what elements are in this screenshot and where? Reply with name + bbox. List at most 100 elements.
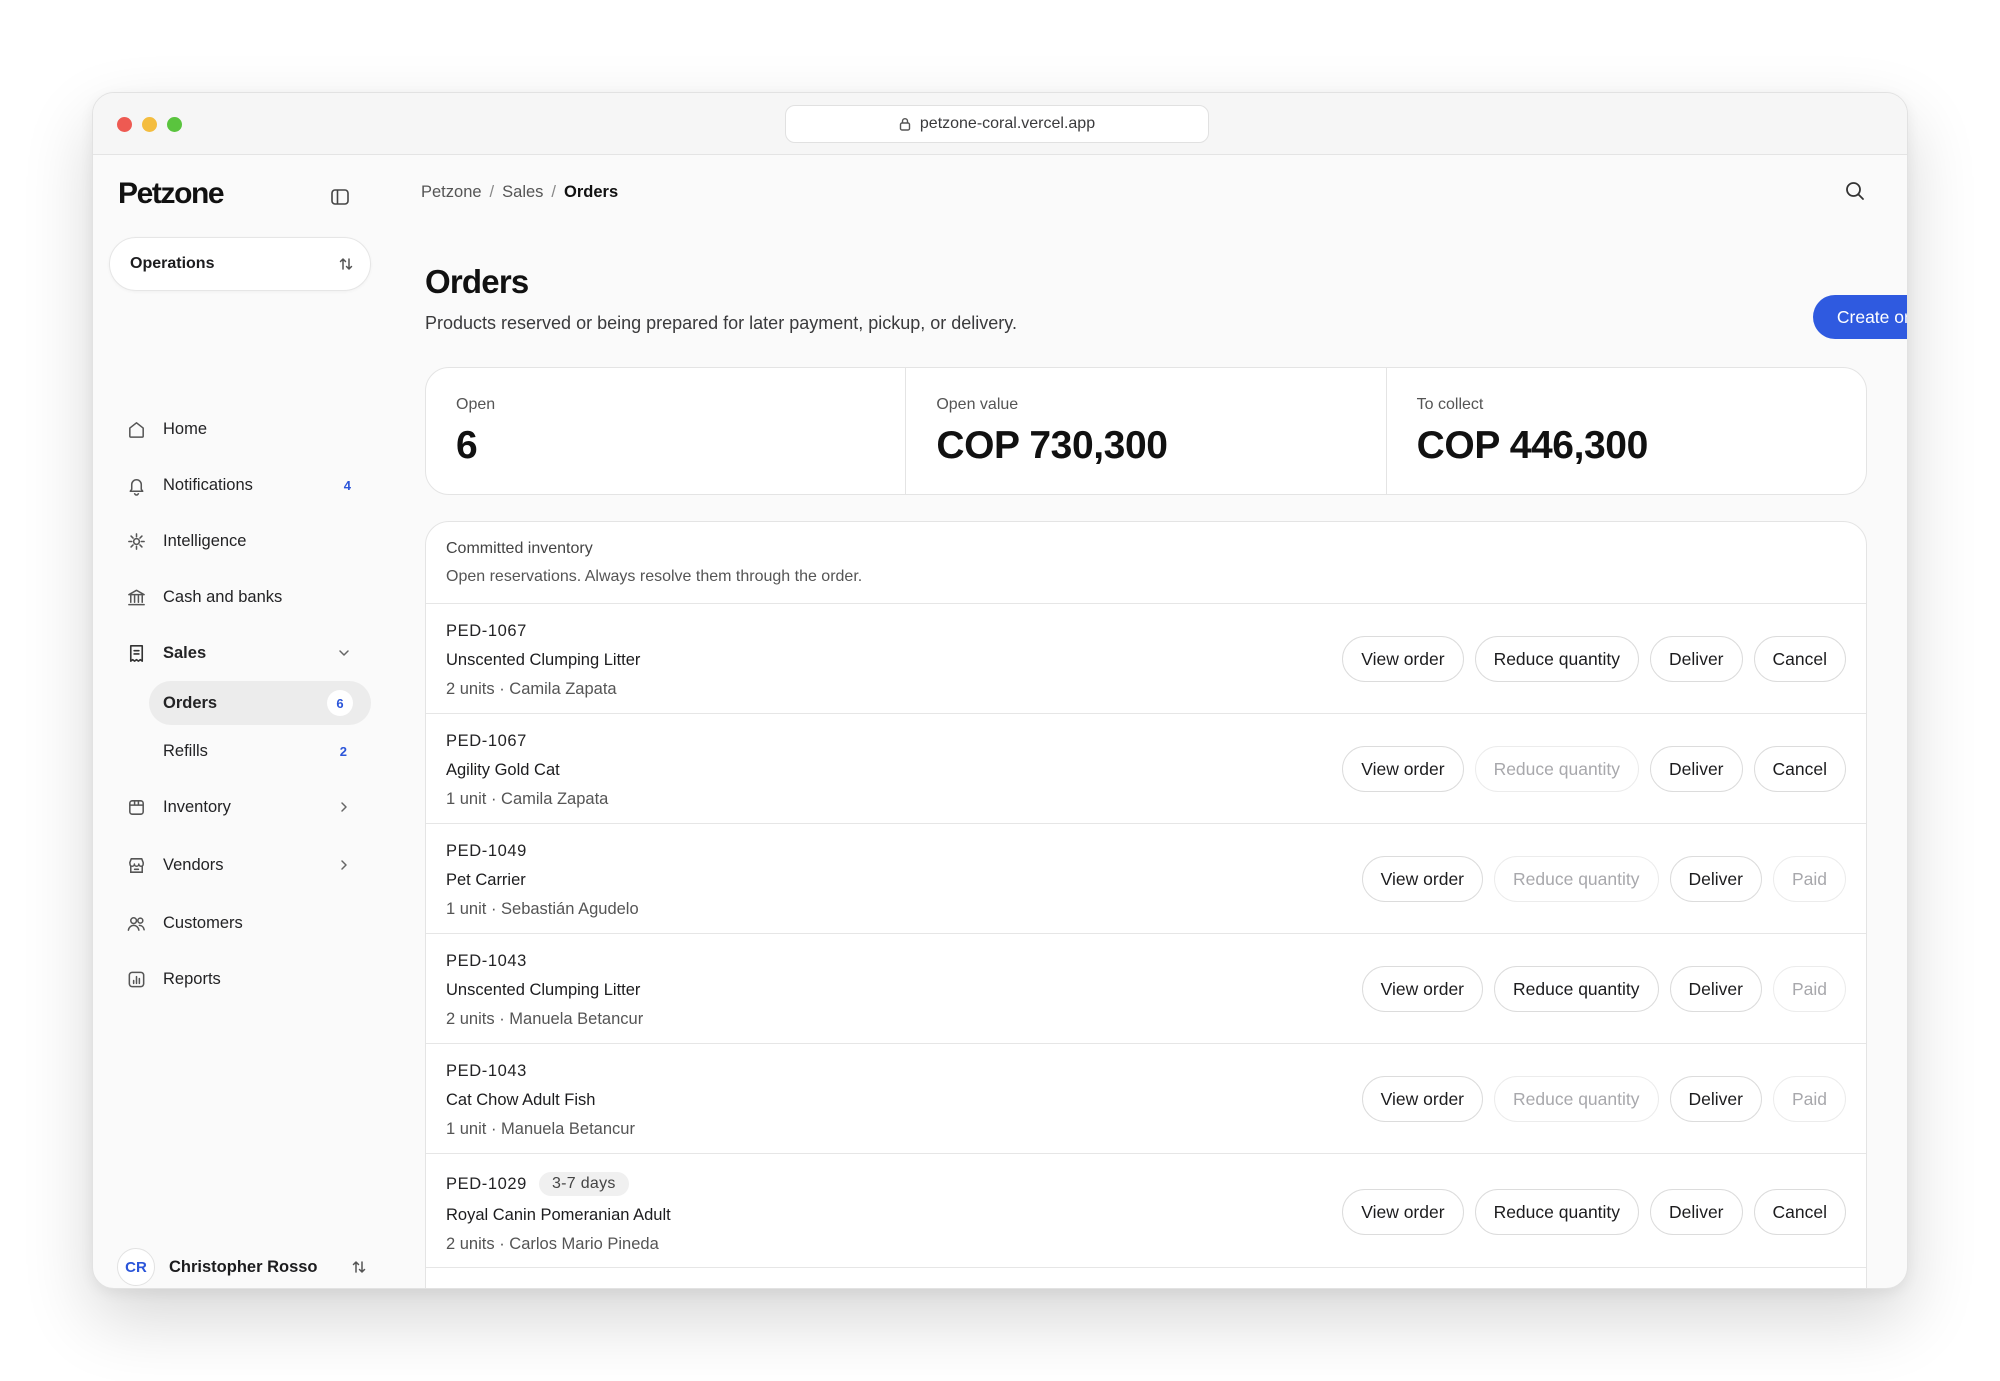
refills-count-badge: 2 <box>339 743 347 759</box>
deliver-button[interactable]: Deliver <box>1669 856 1762 902</box>
table-row: PED-1067 Unscented Clumping Litter 2 uni… <box>426 604 1866 714</box>
panel-title: Committed inventory <box>446 540 593 557</box>
cancel-button[interactable]: Cancel <box>1753 1189 1846 1235</box>
view-order-button[interactable]: View order <box>1361 1076 1484 1122</box>
sidebar-item-home[interactable]: Home <box>109 409 371 449</box>
sidebar-toggle-icon[interactable] <box>330 187 350 207</box>
store-icon <box>125 854 147 876</box>
cancel-button[interactable]: Cancel <box>1753 746 1846 792</box>
sidebar-item-intelligence[interactable]: Intelligence <box>109 521 371 561</box>
panel-header: Committed inventory Open reservations. A… <box>426 522 1866 604</box>
swap-vertical-icon <box>352 1261 366 1273</box>
sidebar-item-sales[interactable]: Sales <box>109 633 371 673</box>
minimize-window-button[interactable] <box>142 117 157 132</box>
bank-icon <box>125 586 147 608</box>
breadcrumb-petzone[interactable]: Petzone <box>421 183 482 202</box>
row-actions: View order Reduce quantity Deliver Paid <box>1361 966 1846 1012</box>
swap-vertical-icon <box>339 258 353 270</box>
stat-to-collect: To collect COP 446,300 <box>1385 368 1866 494</box>
row-meta: 1 unit · Camila Zapata <box>446 790 609 808</box>
stats-card: Open 6 Open value COP 730,300 To collect… <box>425 367 1867 495</box>
breadcrumb-sales[interactable]: Sales <box>502 183 543 202</box>
lock-icon <box>899 118 911 131</box>
table-row: PED-1043 Unscented Clumping Litter 2 uni… <box>426 934 1866 1044</box>
user-menu[interactable]: CR Christopher Rosso <box>117 1247 367 1287</box>
box-icon <box>125 796 147 818</box>
row-actions: View order Reduce quantity Deliver Cance… <box>1342 1189 1846 1235</box>
lead-time-badge: 3-7 days <box>538 1172 629 1196</box>
chevron-right-icon <box>341 802 347 812</box>
view-order-button[interactable]: View order <box>1342 746 1464 792</box>
row-meta: 2 units · Camila Zapata <box>446 680 617 698</box>
page-subtitle: Products reserved or being prepared for … <box>425 313 1017 333</box>
bell-icon <box>125 474 147 496</box>
sidebar-item-refills[interactable]: Refills 2 <box>149 729 371 773</box>
main-content: Petzone / Sales / Orders Orders Products… <box>373 155 1907 1288</box>
reduce-quantity-button: Reduce quantity <box>1494 1076 1659 1122</box>
sidebar-item-orders[interactable]: Orders 6 <box>149 681 371 725</box>
reduce-quantity-button: Reduce quantity <box>1474 746 1640 792</box>
sidebar-item-reports[interactable]: Reports <box>109 959 371 999</box>
reduce-quantity-button[interactable]: Reduce quantity <box>1494 966 1659 1012</box>
stat-open: Open 6 <box>456 396 496 467</box>
orders-count-badge: 6 <box>327 690 353 716</box>
table-row: PED-1049 Pet Carrier 1 unit · Sebastián … <box>426 824 1866 934</box>
paid-button: Paid <box>1772 856 1846 902</box>
workspace-switcher[interactable]: Operations <box>109 237 371 291</box>
sidebar-item-cash-and-banks[interactable]: Cash and banks <box>109 577 371 617</box>
table-row: PED-1067 Agility Gold Cat 1 unit · Camil… <box>426 714 1866 824</box>
url-text: petzone-coral.vercel.app <box>919 115 1096 132</box>
deliver-button[interactable]: Deliver <box>1650 1189 1743 1235</box>
chart-icon <box>125 968 147 990</box>
app-logo: Petzone <box>118 177 225 210</box>
panel-description: Open reservations. Always resolve them t… <box>446 568 863 585</box>
reduce-quantity-button: Reduce quantity <box>1494 856 1659 902</box>
browser-window: petzone-coral.vercel.app Petzone Operati… <box>92 92 1908 1289</box>
reduce-quantity-button[interactable]: Reduce quantity <box>1474 1189 1640 1235</box>
chevron-right-icon <box>341 860 347 870</box>
row-actions: View order Reduce quantity Deliver Cance… <box>1342 636 1846 682</box>
sidebar-item-vendors[interactable]: Vendors <box>109 845 371 885</box>
deliver-button[interactable]: Deliver <box>1650 636 1743 682</box>
row-actions: View order Reduce quantity Deliver Paid <box>1361 856 1846 902</box>
avatar: CR <box>117 1248 155 1286</box>
stat-open-value: Open value COP 730,300 <box>905 368 1385 494</box>
paid-button: Paid <box>1772 966 1846 1012</box>
row-meta: 2 units · Carlos Mario Pineda <box>446 1235 659 1253</box>
address-bar[interactable]: petzone-coral.vercel.app <box>785 105 1209 143</box>
home-icon <box>125 418 147 440</box>
row-actions: View order Reduce quantity Deliver Paid <box>1361 1076 1846 1122</box>
maximize-window-button[interactable] <box>167 117 182 132</box>
breadcrumb-orders: Orders <box>564 183 619 201</box>
row-meta: 2 units · Manuela Betancur <box>446 1010 644 1028</box>
cancel-button[interactable]: Cancel <box>1753 636 1846 682</box>
user-name: Christopher Rosso <box>169 1257 318 1276</box>
users-icon <box>125 912 147 934</box>
row-meta: 1 unit · Manuela Betancur <box>446 1120 635 1138</box>
view-order-button[interactable]: View order <box>1361 966 1484 1012</box>
row-meta: 1 unit · Sebastián Agudelo <box>446 900 639 918</box>
view-order-button[interactable]: View order <box>1361 856 1484 902</box>
deliver-button[interactable]: Deliver <box>1669 966 1762 1012</box>
workspace-label: Operations <box>130 255 215 272</box>
view-order-button[interactable]: View order <box>1342 636 1464 682</box>
table-row: PED-1029 3-7 days Royal Canin Pomeranian… <box>426 1154 1866 1268</box>
breadcrumb: Petzone / Sales / Orders <box>421 183 619 202</box>
close-window-button[interactable] <box>117 117 132 132</box>
search-icon[interactable] <box>1843 179 1867 203</box>
sidebar-item-notifications[interactable]: Notifications 4 <box>109 465 371 505</box>
sidebar: Petzone Operations Home Notifications 4 … <box>93 155 373 1288</box>
deliver-button[interactable]: Deliver <box>1669 1076 1762 1122</box>
sidebar-item-inventory[interactable]: Inventory <box>109 787 371 827</box>
deliver-button[interactable]: Deliver <box>1650 746 1743 792</box>
row-actions: View order Reduce quantity Deliver Cance… <box>1342 746 1846 792</box>
view-order-button[interactable]: View order <box>1342 1189 1464 1235</box>
reduce-quantity-button[interactable]: Reduce quantity <box>1474 636 1640 682</box>
create-order-button[interactable]: Create order <box>1813 295 1907 339</box>
sparkle-icon <box>125 530 147 552</box>
title-bar: petzone-coral.vercel.app <box>93 93 1907 155</box>
paid-button: Paid <box>1772 1076 1846 1122</box>
receipt-icon <box>125 642 147 664</box>
sidebar-item-customers[interactable]: Customers <box>109 903 371 943</box>
notifications-count-badge: 4 <box>343 477 351 493</box>
